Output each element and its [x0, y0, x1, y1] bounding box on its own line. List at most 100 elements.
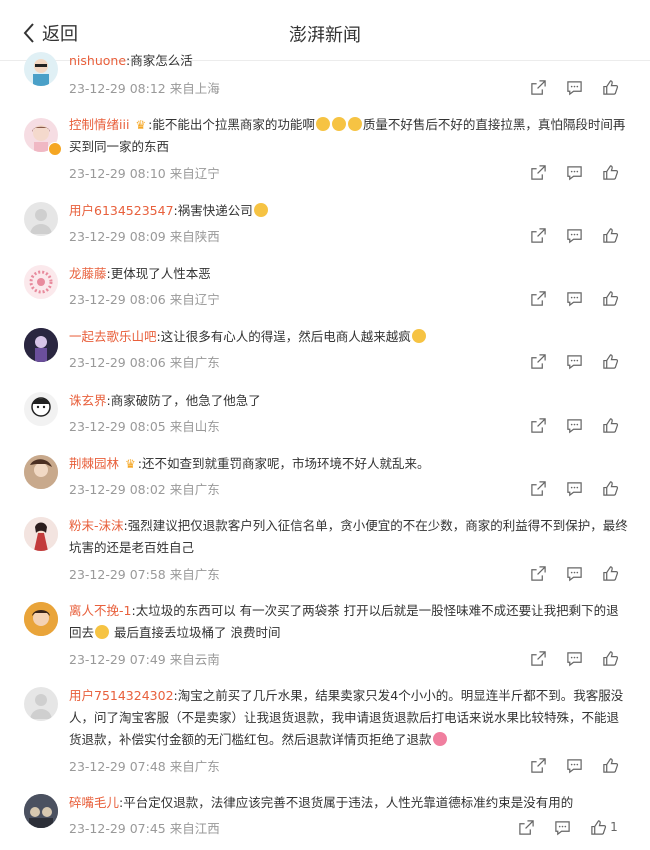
- comment-time: 23-12-29 07:45: [69, 821, 166, 836]
- comment-meta: 23-12-29 07:45 来自江西: [69, 818, 220, 837]
- comment-actions: [518, 351, 626, 371]
- comment-icon: [566, 165, 582, 180]
- reply-button[interactable]: [546, 817, 578, 837]
- comment-time: 23-12-29 07:58: [69, 567, 166, 582]
- share-button[interactable]: [522, 162, 554, 182]
- comment-icon: [566, 291, 582, 306]
- username-link[interactable]: 用户7514324302: [69, 688, 174, 703]
- reply-button[interactable]: [558, 162, 590, 182]
- avatar[interactable]: [24, 52, 58, 86]
- share-button[interactable]: [522, 563, 554, 583]
- comment-meta: 23-12-29 08:06 来自广东: [69, 352, 220, 371]
- share-button[interactable]: [510, 817, 542, 837]
- username-link[interactable]: nishuone: [69, 53, 126, 68]
- username-link[interactable]: 离人不挽-1: [69, 603, 131, 618]
- comment-location: 来自上海: [169, 81, 220, 96]
- emoji-icon: [253, 203, 268, 217]
- avatar[interactable]: [24, 517, 58, 551]
- comment-location: 来自辽宁: [169, 292, 220, 307]
- comment-actions: [518, 225, 626, 245]
- comment-actions: [518, 478, 626, 498]
- username-link[interactable]: 用户6134523547: [69, 203, 174, 218]
- share-button[interactable]: [522, 288, 554, 308]
- share-button[interactable]: [522, 648, 554, 668]
- reply-button[interactable]: [558, 478, 590, 498]
- share-icon: [530, 164, 546, 180]
- username-link[interactable]: 粉末-沫沫: [69, 518, 124, 533]
- thumbs-up-icon: [602, 164, 618, 180]
- like-button[interactable]: [594, 162, 626, 182]
- avatar[interactable]: [24, 687, 58, 721]
- avatar[interactable]: [24, 602, 58, 636]
- avatar[interactable]: [24, 202, 58, 236]
- avatar-image: [24, 794, 58, 828]
- avatar-image: [24, 455, 58, 489]
- avatar[interactable]: [24, 794, 58, 828]
- like-button[interactable]: [594, 563, 626, 583]
- avatar-image: [24, 517, 58, 551]
- username-link[interactable]: 龙藤藤: [69, 266, 107, 281]
- reply-button[interactable]: [558, 648, 590, 668]
- comment-content: 这让很多有心人的得逞，然后电商人越来越疯: [160, 329, 411, 344]
- reply-button[interactable]: [558, 225, 590, 245]
- thumbs-up-icon: [602, 290, 618, 306]
- like-button[interactable]: [594, 648, 626, 668]
- username-link[interactable]: 荆棘园林: [69, 456, 119, 471]
- avatar[interactable]: [24, 265, 58, 299]
- share-icon: [530, 757, 546, 773]
- reply-button[interactable]: [558, 415, 590, 435]
- comment-meta: 23-12-29 08:10 来自辽宁: [69, 163, 220, 182]
- share-button[interactable]: [522, 77, 554, 97]
- comment-time: 23-12-29 08:10: [69, 166, 166, 181]
- comment-time: 23-12-29 07:48: [69, 759, 166, 774]
- reply-button[interactable]: [558, 288, 590, 308]
- share-button[interactable]: [522, 755, 554, 775]
- avatar[interactable]: [24, 392, 58, 426]
- comment-time: 23-12-29 08:05: [69, 419, 166, 434]
- reply-button[interactable]: [558, 563, 590, 583]
- like-button[interactable]: [594, 77, 626, 97]
- share-button[interactable]: [522, 415, 554, 435]
- like-button[interactable]: 1: [582, 817, 626, 837]
- comment-icon: [566, 354, 582, 369]
- avatar[interactable]: [24, 328, 58, 362]
- comment-text: nishuone:商家怎么活: [69, 53, 193, 68]
- reply-button[interactable]: [558, 77, 590, 97]
- comment-text: 控制情绪iii ♛:能不能出个拉黑商家的功能啊 质量不好售后不好的直接拉黑，真怕隔…: [69, 114, 629, 158]
- thumbs-up-icon: [602, 353, 618, 369]
- comment-meta: 23-12-29 07:58 来自广东: [69, 564, 220, 583]
- username-link[interactable]: 碎嘴毛儿: [69, 795, 119, 810]
- like-button[interactable]: [594, 415, 626, 435]
- comment-icon: [566, 758, 582, 773]
- reply-button[interactable]: [558, 351, 590, 371]
- emoji-icon: [315, 117, 330, 131]
- comment-time: 23-12-29 07:49: [69, 652, 166, 667]
- share-icon: [530, 353, 546, 369]
- username-link[interactable]: 一起去歌乐山吧: [69, 329, 157, 344]
- share-button[interactable]: [522, 478, 554, 498]
- like-button[interactable]: [594, 755, 626, 775]
- share-button[interactable]: [522, 351, 554, 371]
- avatar[interactable]: [24, 455, 58, 489]
- avatar-image: [24, 328, 58, 362]
- comment-time: 23-12-29 08:06: [69, 355, 166, 370]
- thumbs-up-icon: [602, 79, 618, 95]
- share-icon: [530, 79, 546, 95]
- comment-actions: [518, 563, 626, 583]
- reply-button[interactable]: [558, 755, 590, 775]
- thumbs-up-icon: [602, 757, 618, 773]
- like-button[interactable]: [594, 288, 626, 308]
- like-button[interactable]: [594, 478, 626, 498]
- comment-actions: [518, 288, 626, 308]
- emoji-icon: [432, 732, 447, 746]
- comment-location: 来自广东: [169, 355, 220, 370]
- like-button[interactable]: [594, 225, 626, 245]
- emoji-icon: [95, 625, 110, 639]
- comment-location: 来自广东: [169, 482, 220, 497]
- username-link[interactable]: 控制情绪iii: [69, 117, 129, 132]
- share-button[interactable]: [522, 225, 554, 245]
- username-link[interactable]: 诛玄界: [69, 393, 107, 408]
- comment-content: 祸害快递公司: [177, 203, 253, 218]
- thumbs-up-icon: [591, 819, 607, 835]
- like-button[interactable]: [594, 351, 626, 371]
